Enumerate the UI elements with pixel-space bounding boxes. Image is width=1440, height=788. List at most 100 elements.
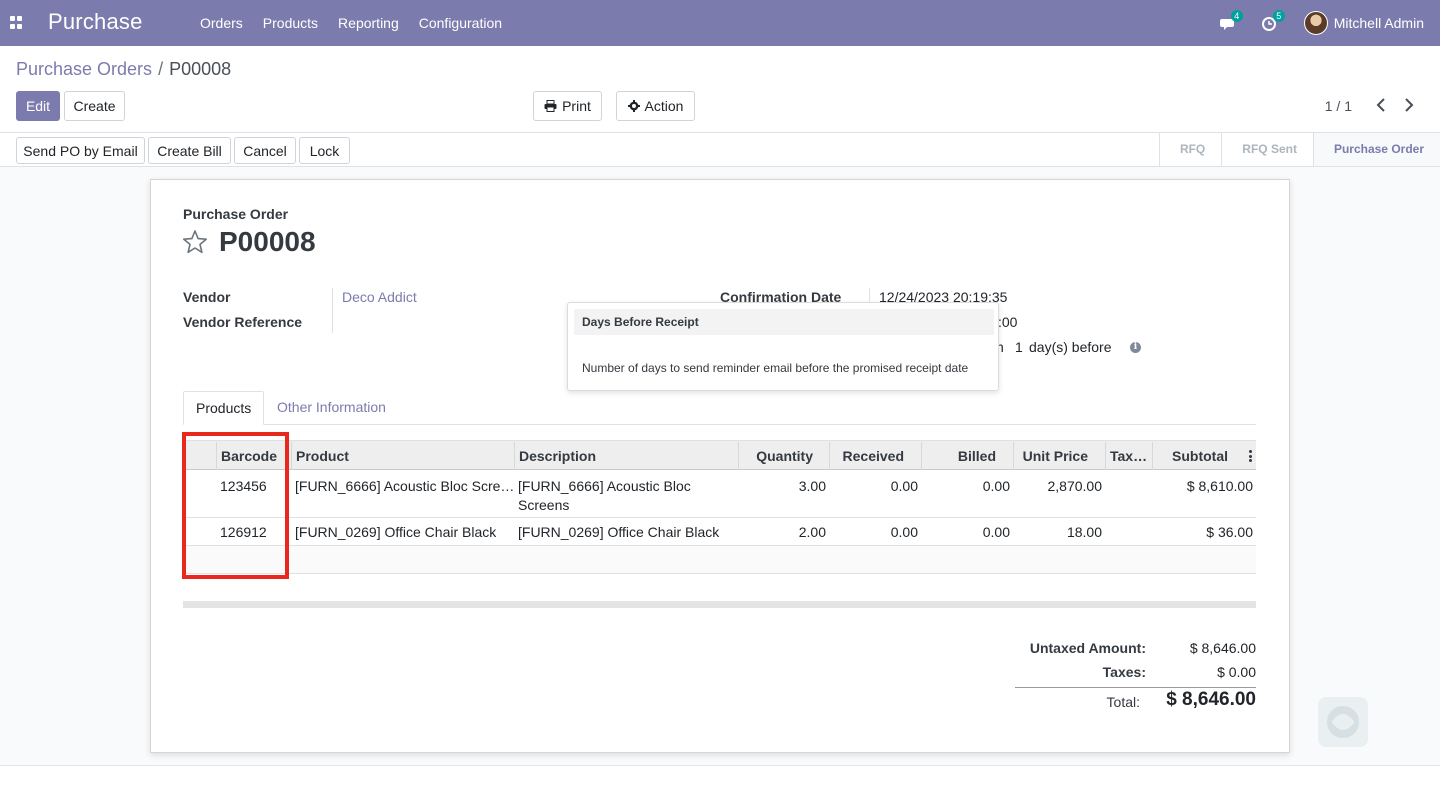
menu-configuration[interactable]: Configuration [409,15,512,31]
breadcrumb-purchase-orders[interactable]: Purchase Orders [16,59,152,80]
cell-quantity: 2.00 [798,524,826,540]
column-separator [1013,442,1014,470]
pager-value[interactable]: 1 / 1 [1325,98,1352,114]
cell-description-continued: Screens [518,497,570,513]
info-icon[interactable]: i [1130,342,1141,353]
create-button[interactable]: Create [64,91,125,121]
lock-button[interactable]: Lock [299,137,350,164]
cell-subtotal: $ 8,610.00 [1186,478,1253,494]
vendor-field[interactable]: Deco Addict [342,289,417,305]
field-divider [332,288,333,333]
footer-strip [0,765,1440,788]
column-header-subtotal[interactable]: Subtotal [1158,448,1228,464]
taxes-label: Taxes: [1102,664,1146,680]
cell-description: [FURN_6666] Acoustic Bloc [518,478,691,494]
untaxed-amount-label: Untaxed Amount: [1029,640,1146,656]
star-icon[interactable] [182,229,208,255]
stage-rfq-sent[interactable]: RFQ Sent [1221,133,1313,166]
send-po-email-button[interactable]: Send PO by Email [16,137,145,164]
user-menu[interactable]: Mitchell Admin [1334,15,1424,31]
column-header-product[interactable]: Product [296,448,349,464]
column-header-description[interactable]: Description [519,448,596,464]
action-label: Action [644,98,684,114]
taxes-value: $ 0.00 [1217,664,1256,680]
cell-billed: 0.00 [982,478,1010,494]
cell-product: [FURN_6666] Acoustic Bloc Scre… [295,478,515,494]
cell-description: [FURN_0269] Office Chair Black [518,524,720,540]
column-separator [291,442,292,470]
column-header-billed[interactable]: Billed [926,448,996,464]
vendor-reference-label: Vendor Reference [183,314,303,330]
column-separator [514,442,515,470]
barcode-column-highlight [182,432,289,579]
empty-table-row [183,546,1256,574]
po-heading-label: Purchase Order [183,206,289,222]
chevron-right-icon[interactable] [1404,97,1414,113]
breadcrumb-separator: / [158,59,164,79]
cell-received: 0.00 [890,478,918,494]
column-separator [738,442,739,470]
column-header-quantity[interactable]: Quantity [743,448,813,464]
status-bar: Send PO by Email Create Bill Cancel Lock… [0,132,1440,167]
column-separator [829,442,830,470]
activity-menu[interactable]: 5 [1261,10,1285,33]
tab-products[interactable]: Products [183,391,265,425]
column-header-received[interactable]: Received [834,448,904,464]
systray: 4 5 Mitchell Admin [1219,0,1424,46]
column-separator [921,442,922,470]
untaxed-amount-value: $ 8,646.00 [1189,640,1256,656]
horizontal-scrollbar[interactable] [183,601,1256,608]
breadcrumb: Purchase Orders / P00008 [16,59,231,80]
breadcrumb-current: P00008 [169,59,232,79]
create-bill-button[interactable]: Create Bill [148,137,231,164]
odoo-logo-icon [1318,697,1368,747]
cell-subtotal: $ 36.00 [1206,524,1253,540]
receipt-date-partial[interactable]: :00 [998,314,1017,330]
column-header-unit-price[interactable]: Unit Price [1018,448,1088,464]
kebab-icon[interactable] [1249,450,1253,462]
table-row[interactable]: 123456 [FURN_6666] Acoustic Bloc Scre… [… [183,470,1256,518]
reminder-days-field[interactable]: 1 [1015,339,1023,355]
totals-divider [1015,687,1256,688]
edit-button[interactable]: Edit [16,91,60,121]
table-header: Barcode Product Description Quantity Rec… [183,440,1256,470]
vendor-label: Vendor [183,289,231,305]
cell-billed: 0.00 [982,524,1010,540]
cell-quantity: 3.00 [798,478,826,494]
app-title[interactable]: Purchase [48,9,143,35]
column-header-taxes[interactable]: Tax… [1110,448,1147,464]
activities-badge: 5 [1272,10,1285,22]
print-button[interactable]: Print [533,91,602,121]
cancel-button[interactable]: Cancel [234,137,296,164]
menu-orders[interactable]: Orders [190,15,253,31]
tooltip-body: Number of days to send reminder email be… [582,361,969,375]
menu-products[interactable]: Products [253,15,328,31]
total-label: Total: [1106,694,1140,710]
print-label: Print [562,98,591,114]
cell-unit-price: 2,870.00 [1047,478,1103,494]
column-separator [1152,442,1153,470]
stage-purchase-order[interactable]: Purchase Order [1312,133,1440,166]
chevron-left-icon[interactable] [1376,97,1386,113]
column-separator [1105,442,1106,470]
total-value: $ 8,646.00 [1166,689,1256,710]
cell-received: 0.00 [890,524,918,540]
messaging-menu[interactable]: 4 [1219,10,1243,33]
stage-pipeline: RFQ RFQ Sent Purchase Order [1158,133,1440,166]
stage-rfq[interactable]: RFQ [1158,133,1221,166]
avatar[interactable] [1303,11,1328,35]
tab-other-information[interactable]: Other Information [265,391,398,425]
top-navbar: Purchase Orders Products Reporting Confi… [0,0,1440,46]
tooltip-title: Days Before Receipt [574,309,994,335]
po-name: P00008 [219,226,316,257]
menu-reporting[interactable]: Reporting [328,15,409,31]
messages-badge: 4 [1230,10,1243,22]
action-button[interactable]: Action [616,91,695,121]
cell-product: [FURN_0269] Office Chair Black [295,524,497,540]
cell-unit-price: 18.00 [1066,524,1102,540]
table-row[interactable]: 126912 [FURN_0269] Office Chair Black [F… [183,518,1256,546]
top-menu: Orders Products Reporting Configuration [190,15,512,31]
tooltip: Days Before Receipt Number of days to se… [567,302,999,391]
print-icon [544,100,557,112]
apps-icon[interactable] [10,16,23,29]
